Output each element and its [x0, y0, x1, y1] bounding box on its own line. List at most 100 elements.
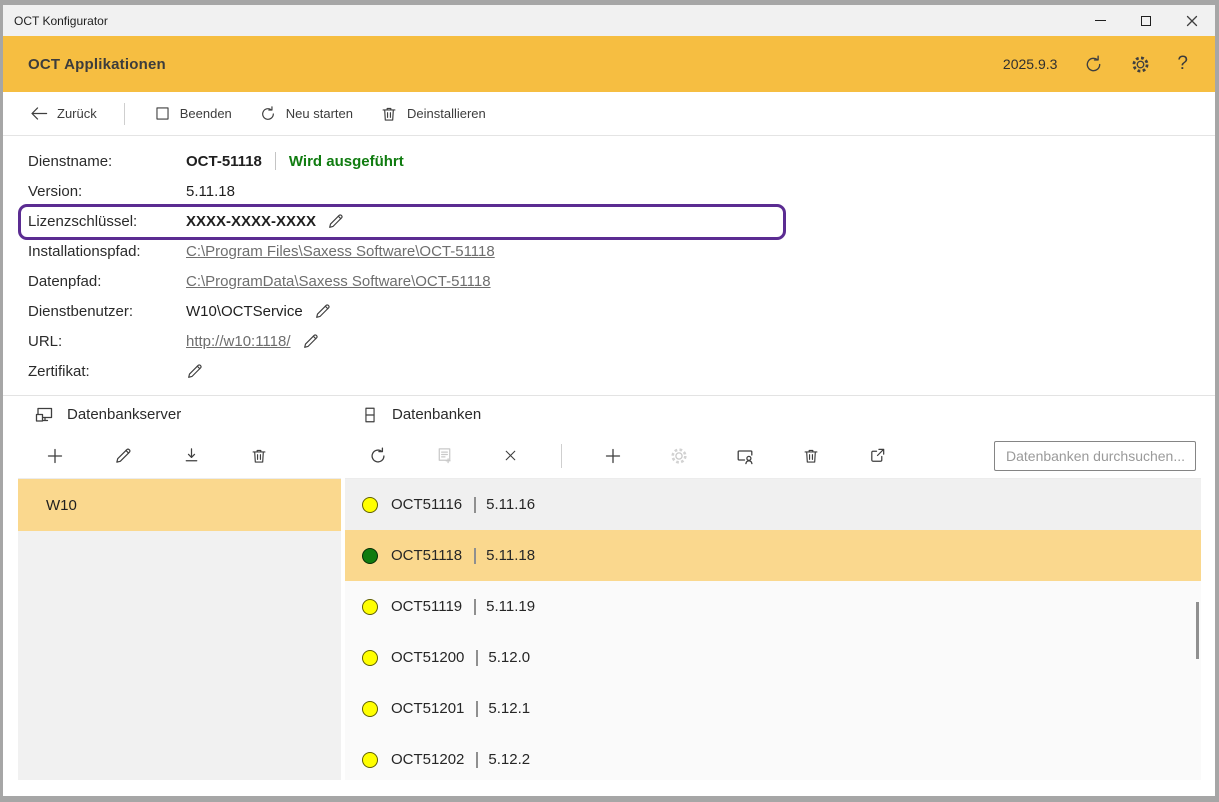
download-server-button[interactable]: [176, 441, 206, 471]
server-list-item[interactable]: W10: [18, 479, 341, 531]
database-server-panel: Datenbankserver W10: [18, 396, 341, 780]
stop-label: Beenden: [180, 106, 232, 121]
name-version-separator: [474, 497, 476, 513]
status-dot: [362, 497, 378, 513]
close-icon: [1186, 15, 1198, 27]
database-list-item[interactable]: OCT51200 5.12.0: [345, 632, 1201, 683]
minimize-icon: [1095, 20, 1106, 21]
database-icon: [361, 406, 379, 424]
script-add-icon: [435, 446, 454, 465]
pencil-icon: [327, 212, 345, 230]
field-label: Lizenzschlüssel:: [28, 213, 186, 230]
minimize-button[interactable]: [1077, 5, 1123, 36]
app-version: 2025.9.3: [1003, 56, 1058, 72]
refresh-icon: [368, 446, 388, 466]
status-dot: [362, 548, 378, 564]
cancel-button[interactable]: [495, 441, 525, 471]
settings-icon: [669, 446, 689, 466]
database-list-item-selected[interactable]: OCT51118 5.11.18: [345, 530, 1201, 581]
restart-service-button[interactable]: Neu starten: [259, 105, 353, 123]
pencil-icon: [314, 302, 332, 320]
database-list-item[interactable]: OCT51201 5.12.1: [345, 683, 1201, 734]
version-value: 5.11.18: [186, 183, 235, 200]
cancel-icon: [502, 447, 519, 464]
script-add-button-disabled[interactable]: [429, 441, 459, 471]
refresh-db-button[interactable]: [363, 441, 393, 471]
pencil-icon: [186, 362, 204, 380]
databases-panel: Datenbanken: [345, 396, 1201, 780]
database-search-input[interactable]: [994, 441, 1196, 471]
back-arrow-icon: [29, 104, 48, 123]
database-list-item[interactable]: OCT51116 5.11.16: [345, 479, 1201, 530]
database-version: 5.12.0: [488, 649, 530, 666]
stop-service-button[interactable]: Beenden: [154, 105, 232, 122]
edit-license-button[interactable]: [327, 212, 345, 230]
detail-row-installationspfad: Installationspfad: C:\Program Files\Saxe…: [28, 240, 495, 262]
edit-url-button[interactable]: [302, 332, 320, 350]
database-name: OCT51202: [391, 751, 464, 768]
settings-button-disabled[interactable]: [664, 441, 694, 471]
database-list-item[interactable]: OCT51202 5.12.2: [345, 734, 1201, 780]
field-label: Datenpfad:: [28, 273, 186, 290]
trash-icon: [250, 447, 268, 465]
edit-server-button[interactable]: [108, 441, 138, 471]
service-status-badge: Wird ausgeführt: [289, 153, 404, 170]
server-panel-header: Datenbankserver: [18, 396, 341, 433]
stop-icon: [154, 105, 171, 122]
field-label: URL:: [28, 333, 186, 350]
install-path-link[interactable]: C:\Program Files\Saxess Software\OCT-511…: [186, 243, 495, 260]
devices-icon: [34, 405, 54, 425]
trash-icon: [380, 105, 398, 123]
command-toolbar: Zurück Beenden Neu starten Deinstalliere…: [3, 92, 1215, 136]
gear-icon[interactable]: [1130, 54, 1151, 75]
maximize-button[interactable]: [1123, 5, 1169, 36]
detail-row-version: Version: 5.11.18: [28, 180, 235, 202]
detail-row-url: URL: http://w10:1118/: [28, 330, 320, 352]
close-button[interactable]: [1169, 5, 1215, 36]
database-name: OCT51201: [391, 700, 464, 717]
status-dot: [362, 701, 378, 717]
add-server-button[interactable]: [40, 441, 70, 471]
delete-server-button[interactable]: [244, 441, 274, 471]
database-name: OCT51200: [391, 649, 464, 666]
edit-service-user-button[interactable]: [314, 302, 332, 320]
user-rights-button[interactable]: [730, 441, 760, 471]
name-version-separator: [474, 548, 476, 564]
service-url-link[interactable]: http://w10:1118/: [186, 333, 291, 350]
export-icon: [868, 446, 887, 465]
app-header-actions: 2025.9.3 ?: [1003, 53, 1215, 75]
database-list-item[interactable]: OCT51119 5.11.19: [345, 581, 1201, 632]
toolbar-divider: [124, 103, 125, 125]
value-divider: [275, 152, 276, 170]
export-database-button[interactable]: [862, 441, 892, 471]
back-button[interactable]: Zurück: [29, 104, 97, 123]
help-icon[interactable]: ?: [1177, 53, 1188, 75]
refresh-icon[interactable]: [1083, 54, 1104, 75]
name-version-separator: [476, 701, 478, 717]
scrollbar-thumb[interactable]: [1196, 602, 1199, 659]
uninstall-button[interactable]: Deinstallieren: [380, 105, 486, 123]
app-window: OCT Konfigurator OCT Applikationen 2025.…: [3, 5, 1215, 796]
database-version: 5.12.2: [488, 751, 530, 768]
database-version: 5.11.18: [486, 547, 535, 564]
add-database-button[interactable]: [598, 441, 628, 471]
database-version: 5.11.16: [486, 496, 535, 513]
detail-row-lizenzschluessel: Lizenzschlüssel: XXXX-XXXX-XXXX: [28, 210, 345, 232]
edit-certificate-button[interactable]: [186, 362, 204, 380]
license-key-value: XXXX-XXXX-XXXX: [186, 213, 316, 230]
name-version-separator: [476, 752, 478, 768]
db-panel-header: Datenbanken: [345, 396, 1201, 433]
data-path-link[interactable]: C:\ProgramData\Saxess Software\OCT-51118: [186, 273, 491, 290]
name-version-separator: [474, 599, 476, 615]
status-dot: [362, 752, 378, 768]
restart-label: Neu starten: [286, 106, 353, 121]
status-dot: [362, 599, 378, 615]
server-list: W10: [18, 479, 341, 780]
field-label: Installationspfad:: [28, 243, 186, 260]
trash-icon: [802, 447, 820, 465]
delete-database-button[interactable]: [796, 441, 826, 471]
server-panel-title: Datenbankserver: [67, 406, 181, 423]
service-details: Dienstname: OCT-51118 Wird ausgeführt Ve…: [3, 136, 1215, 396]
detail-row-dienstbenutzer: Dienstbenutzer: W10\OCTService: [28, 300, 332, 322]
database-name: OCT51116: [391, 496, 462, 513]
